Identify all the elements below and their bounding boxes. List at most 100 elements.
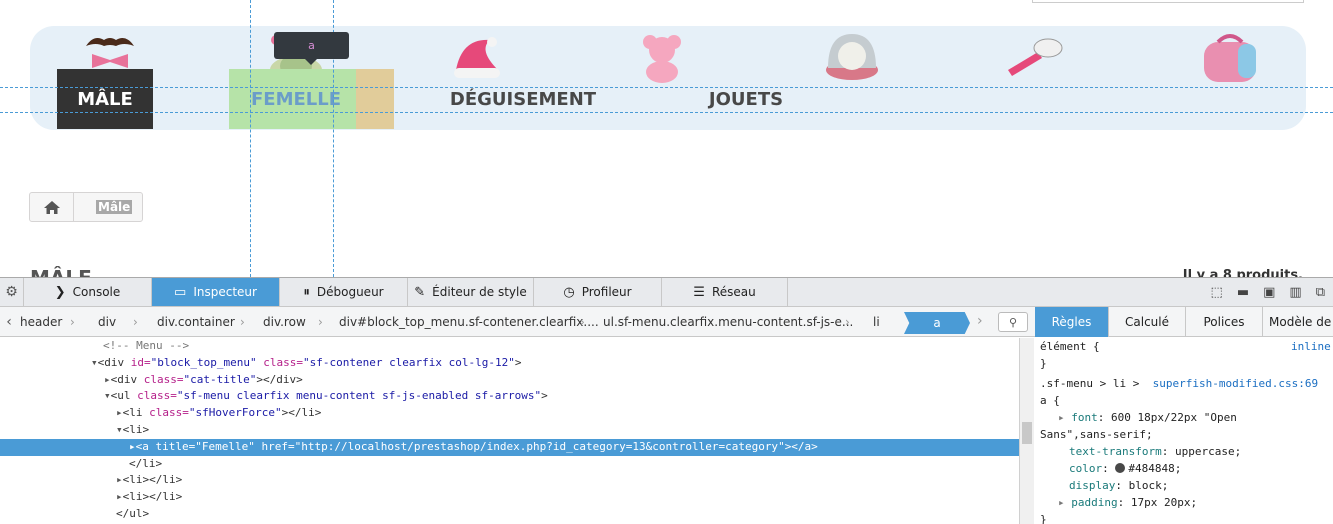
markup-scrollbar[interactable] [1019, 338, 1034, 524]
menu-item-femelle[interactable]: Femelle [229, 69, 394, 129]
tab-console[interactable]: ❯ Console [24, 278, 152, 306]
console-icon: ❯ [54, 284, 66, 300]
pick-element-icon[interactable]: ⬚ [1211, 285, 1223, 300]
tab-editeur-de-style[interactable]: ✎ Éditeur de style [408, 278, 534, 306]
profiler-icon: ◷ [563, 284, 575, 300]
product-count: Il y a 8 produits. [1182, 268, 1303, 277]
tab-calcule[interactable]: Calculé [1109, 307, 1186, 337]
chevron-right-icon[interactable]: ▸ [0, 473, 123, 486]
pet-bed-icon [826, 34, 878, 80]
crumb-div-container[interactable]: div.container [157, 315, 235, 329]
menu-item-male[interactable]: Mâle [57, 69, 153, 129]
markup-line[interactable]: ▸<div class="cat-title"></div> [0, 372, 1019, 389]
color-swatch[interactable] [1115, 463, 1126, 473]
crumb-header[interactable]: header [20, 315, 62, 329]
markup-line[interactable]: <!-- Menu --> [0, 338, 1019, 355]
search-box[interactable] [1032, 0, 1304, 3]
tab-profileur[interactable]: ◷ Profileur [534, 278, 662, 306]
tab-reseau[interactable]: ☰ Réseau [662, 278, 788, 306]
chevron-right-icon[interactable]: ▸ [0, 373, 111, 386]
rule-display[interactable]: display: block; [1035, 477, 1333, 494]
markup-line[interactable]: ▸<li></li> [0, 489, 1019, 506]
inspector-guide-horizontal [0, 112, 1333, 113]
chevron-right-icon[interactable]: ▸ [1040, 411, 1065, 424]
sidebar-tabs: Règles Calculé Polices Modèle de b [1035, 307, 1333, 337]
rule-element-selector: élément {inline [1040, 338, 1331, 355]
crumb-li[interactable]: li [873, 315, 880, 329]
tab-polices[interactable]: Polices [1186, 307, 1263, 337]
chevron-right-icon[interactable]: ▸ [0, 490, 123, 503]
chevron-right-icon: › [133, 315, 138, 329]
menu-item-deguisement[interactable]: Déguisement [433, 69, 613, 129]
menu-item-jouets[interactable]: Jouets [690, 69, 802, 129]
rule-font-cont: Sans",sans-serif; [1040, 428, 1153, 441]
chevron-down-icon[interactable]: ▾ [0, 356, 98, 369]
tab-modele-de-boite[interactable]: Modèle de b [1263, 307, 1333, 337]
close-icon[interactable]: ⧉ [1316, 285, 1325, 300]
markup-tree[interactable]: <!-- Menu --> ▾<div id="block_top_menu" … [0, 338, 1019, 524]
chevron-right-icon: › [240, 315, 245, 329]
rule-source-inline[interactable]: inline [1291, 338, 1331, 355]
rule-text-transform[interactable]: text-transform: uppercase; [1035, 443, 1333, 460]
rule-color[interactable]: color: #484848; [1035, 460, 1333, 477]
tab-regles[interactable]: Règles [1035, 307, 1109, 337]
dock-icon[interactable]: ▬ [1237, 285, 1249, 300]
inspector-guide-vertical [250, 0, 251, 277]
chevron-down-icon[interactable]: ▾ [0, 389, 111, 402]
crumb-div[interactable]: div [98, 315, 116, 329]
markup-line[interactable]: ▸<li></li> [0, 472, 1019, 489]
rule-padding[interactable]: ▸ padding: 17px 20px; [1035, 494, 1333, 511]
rule-selector-cont: a { [1040, 394, 1060, 407]
rule-font[interactable]: ▸ font: 600 18px/22px "Open [1035, 409, 1333, 426]
devtools-panel: ⚙ ❯ Console ▭ Inspecteur ⏸ Débogueur ✎ Édite… [0, 277, 1333, 524]
markup-breadcrumbs: ‹ header › div › div.container › div.row… [0, 307, 1333, 337]
chevron-left-icon[interactable]: ‹ [0, 314, 18, 330]
chevron-right-icon: › [845, 315, 850, 329]
markup-line-selected[interactable]: ▸<a title="Femelle" href="http://localho… [0, 438, 1019, 456]
gear-icon[interactable]: ⚙ [0, 278, 24, 306]
responsive-icon[interactable]: ▣ [1263, 285, 1275, 300]
crumb-block-top-menu[interactable]: div#block_top_menu.sf-contener.clearfix.… [339, 315, 599, 329]
pet-carrier-icon [1204, 34, 1256, 82]
network-icon: ☰ [693, 284, 705, 300]
home-icon[interactable] [30, 193, 74, 221]
markup-line[interactable]: ▸<li class="sfHoverForce"></li> [0, 405, 1019, 422]
chevron-right-icon[interactable]: › [977, 313, 983, 329]
markup-line[interactable]: </ul> [0, 506, 1019, 523]
web-page: Mâle Femelle Déguisement Jouets a Mâle M… [0, 0, 1333, 277]
tab-debogueur[interactable]: ⏸ Débogueur [280, 278, 408, 306]
rule-selector: .sf-menu > li > superfish-modified.css:6… [1040, 377, 1319, 390]
chevron-right-icon[interactable]: ▸ [1040, 496, 1065, 509]
debugger-icon: ⏸ [303, 284, 310, 300]
rule-source-link[interactable]: superfish-modified.css:69 [1153, 377, 1319, 390]
chevron-right-icon: › [580, 315, 585, 329]
breadcrumb: Mâle [29, 192, 143, 222]
chevron-right-icon: › [318, 315, 323, 329]
crumb-a[interactable]: a [904, 312, 970, 334]
split-console-icon[interactable]: ▥ [1289, 285, 1301, 300]
crumb-ul-sf-menu[interactable]: ul.sf-menu.clearfix.menu-content.sf-js-e… [603, 315, 853, 329]
rules-panel: élément {inline } .sf-menu > li > superf… [1035, 338, 1333, 524]
scrollbar-thumb[interactable] [1022, 422, 1032, 444]
rule-close: } [1040, 513, 1047, 524]
chevron-down-icon[interactable]: ▾ [0, 423, 123, 436]
markup-line[interactable]: ▾<ul class="sf-menu clearfix menu-conten… [0, 388, 1019, 405]
style-editor-icon: ✎ [414, 284, 426, 300]
chevron-right-icon[interactable]: ▸ [0, 440, 136, 453]
page-title: MÂLE [30, 266, 92, 277]
chevron-right-icon[interactable]: ▸ [0, 406, 123, 419]
brush-icon [1008, 38, 1063, 76]
teddy-bear-icon [643, 35, 681, 83]
crumb-div-row[interactable]: div.row [263, 315, 306, 329]
tab-inspecteur[interactable]: ▭ Inspecteur [152, 278, 280, 306]
markup-line[interactable]: ▾<div id="block_top_menu" class="sf-cont… [0, 355, 1019, 372]
toolbar-actions: ⬚ ▬ ▣ ▥ ⧉ [1211, 278, 1333, 307]
chevron-right-icon: › [70, 315, 75, 329]
inspector-guide-horizontal [0, 87, 1333, 88]
rule-close: } [1040, 357, 1047, 370]
markup-line[interactable]: </li> [0, 456, 1019, 473]
search-icon[interactable]: ⚲ [998, 312, 1028, 332]
inspector-tooltip: a [274, 32, 349, 65]
markup-line[interactable]: ▾<li> [0, 422, 1019, 439]
inspector-icon: ▭ [174, 284, 187, 300]
